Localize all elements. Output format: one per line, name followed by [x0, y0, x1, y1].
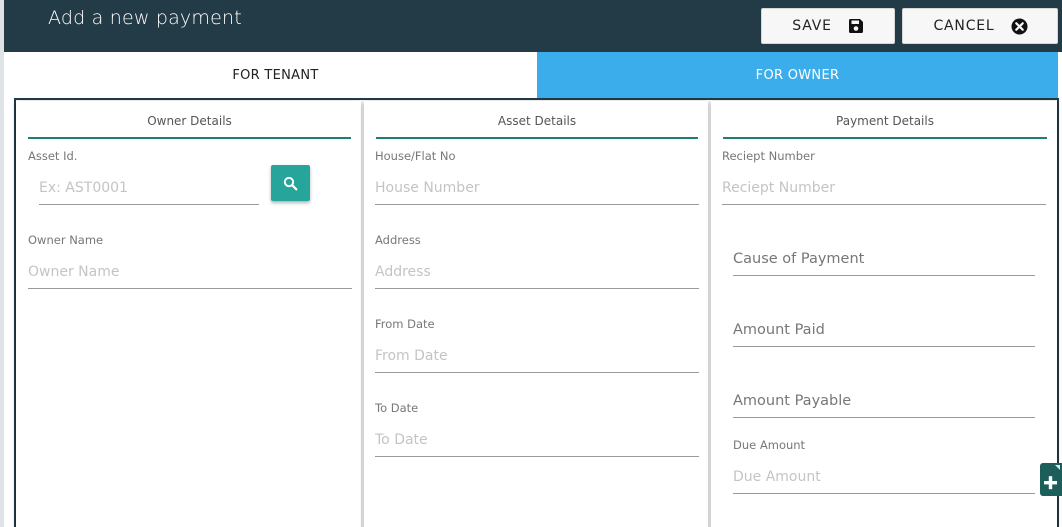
- amount-paid-input[interactable]: [733, 314, 1035, 347]
- from-date-input[interactable]: [375, 340, 699, 373]
- tab-for-owner[interactable]: FOR OWNER: [537, 52, 1058, 99]
- asset-search-button[interactable]: [271, 165, 310, 201]
- cancel-button-label: CANCEL: [933, 18, 995, 34]
- page-title: Add a new payment: [48, 7, 242, 29]
- owner-details-title: Owner Details: [28, 114, 351, 139]
- from-date-label: From Date: [375, 317, 435, 331]
- cause-of-payment-input[interactable]: [733, 243, 1035, 276]
- close-circle-icon: [1011, 18, 1028, 35]
- receipt-number-label: Reciept Number: [722, 149, 815, 163]
- search-icon: [283, 176, 298, 190]
- left-edge: [0, 0, 4, 527]
- house-number-input[interactable]: [375, 172, 699, 205]
- house-label: House/Flat No: [375, 149, 456, 163]
- add-file-icon: [1044, 465, 1060, 490]
- asset-id-input[interactable]: [39, 172, 259, 205]
- amount-payable-input[interactable]: [733, 385, 1035, 418]
- due-amount-label: Due Amount: [733, 438, 806, 452]
- asset-details-title: Asset Details: [376, 114, 698, 139]
- receipt-number-input[interactable]: [722, 172, 1046, 205]
- asset-details-panel: Asset Details: [364, 101, 708, 527]
- asset-id-label: Asset Id.: [28, 149, 78, 163]
- floppy-disk-icon: [848, 18, 864, 34]
- save-button-label: SAVE: [792, 18, 832, 34]
- owner-name-input[interactable]: [28, 256, 352, 289]
- payment-details-title: Payment Details: [723, 114, 1047, 139]
- save-button[interactable]: SAVE: [761, 8, 895, 44]
- to-date-label: To Date: [375, 401, 419, 415]
- to-date-input[interactable]: [375, 424, 699, 457]
- due-amount-input[interactable]: [733, 461, 1035, 494]
- address-input[interactable]: [375, 256, 699, 289]
- tab-for-tenant[interactable]: FOR TENANT: [14, 52, 537, 99]
- add-file-button[interactable]: [1040, 463, 1062, 496]
- owner-name-label: Owner Name: [28, 233, 104, 247]
- address-label: Address: [375, 233, 421, 247]
- tab-bar: FOR TENANT FOR OWNER: [14, 52, 1058, 99]
- cancel-button[interactable]: CANCEL: [902, 8, 1058, 44]
